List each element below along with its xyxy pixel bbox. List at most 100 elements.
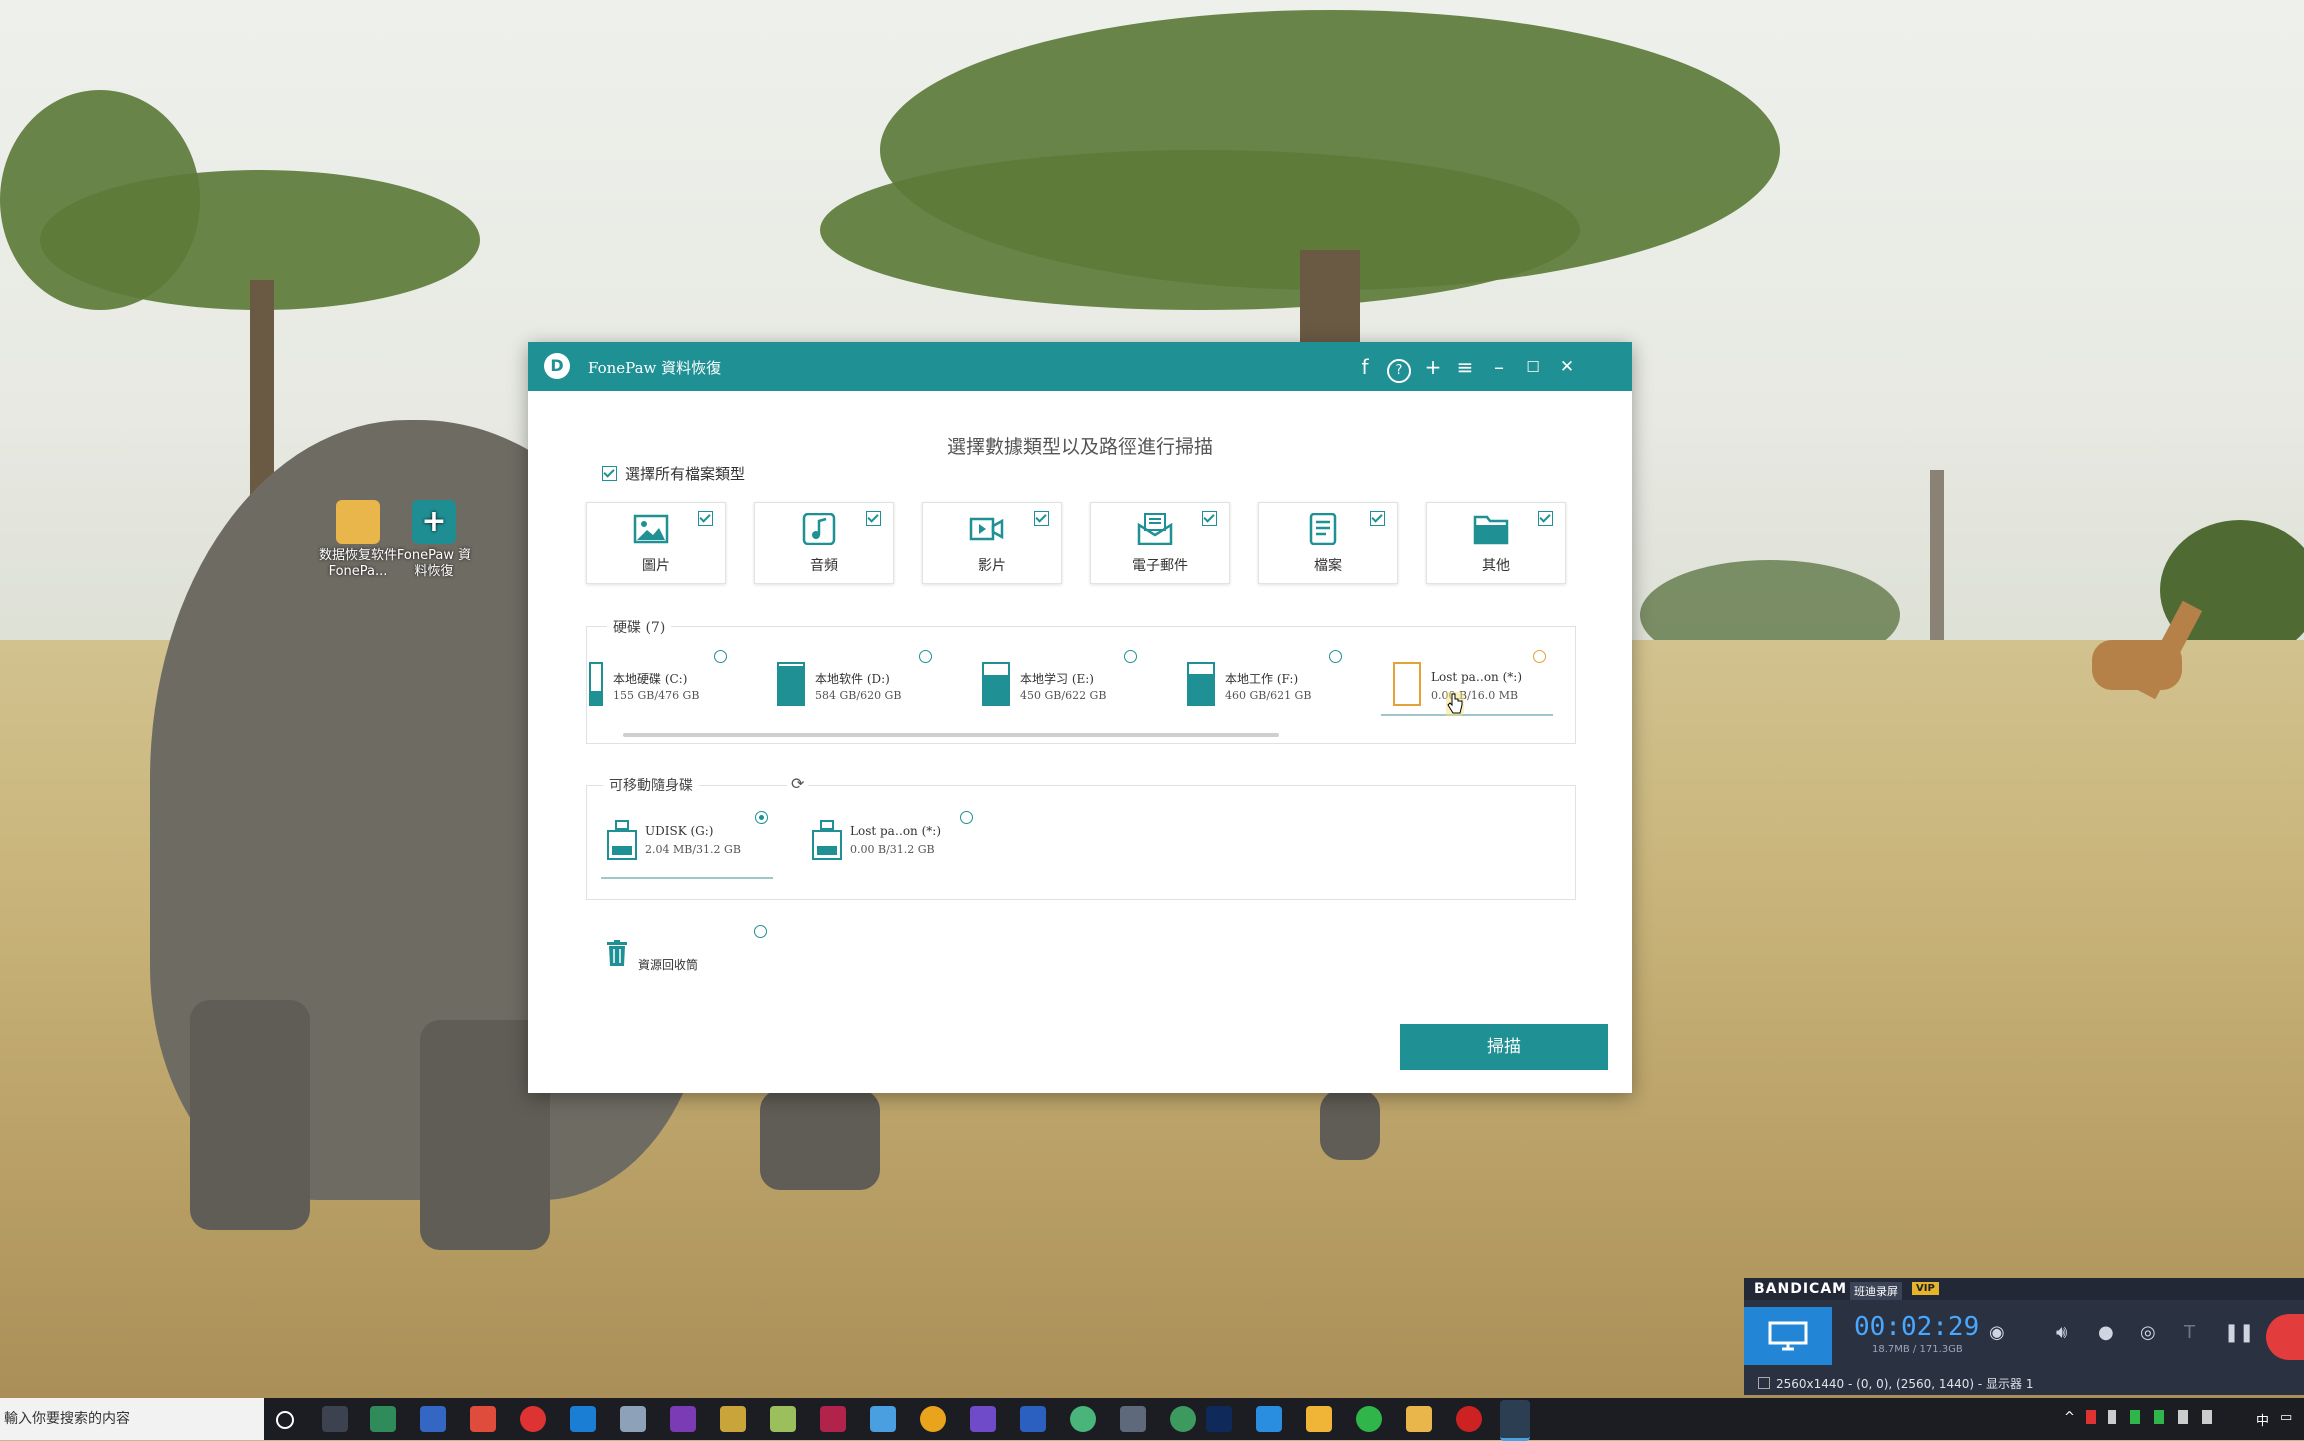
recycle-bin-item[interactable]: 資源回收筒 — [606, 940, 756, 980]
pause-icon[interactable]: ❚❚ — [2224, 1322, 2254, 1343]
menu-icon[interactable]: ≡ — [1450, 352, 1480, 382]
drive-usage-bar — [982, 662, 1010, 706]
drive-name: 本地软件 (D:) — [815, 672, 890, 686]
horizontal-scrollbar[interactable] — [623, 733, 1279, 737]
add-icon[interactable]: + — [1418, 352, 1448, 382]
checkbox-icon[interactable] — [1034, 511, 1049, 526]
taskbar-app-icon[interactable] — [1070, 1406, 1096, 1432]
stop-recording-button[interactable] — [2266, 1314, 2304, 1360]
system-tray-icons[interactable] — [2086, 1410, 2246, 1424]
recording-size: 18.7MB / 171.3GB — [1872, 1344, 1963, 1355]
refresh-icon[interactable]: ⟳ — [787, 774, 809, 793]
file-type-card-others[interactable]: 其他 — [1426, 502, 1566, 584]
drive-size: 0.00 B/16.0 MB — [1431, 689, 1519, 702]
file-type-card-video[interactable]: 影片 — [922, 502, 1062, 584]
checkbox-icon[interactable] — [1202, 511, 1217, 526]
drive-usage-bar — [777, 662, 805, 706]
scan-button[interactable]: 掃描 — [1400, 1024, 1608, 1070]
checkbox-icon[interactable] — [1370, 511, 1385, 526]
cursor-effects-icon[interactable]: ◎ — [2140, 1322, 2156, 1343]
taskbar-app-icon[interactable] — [370, 1406, 396, 1432]
checkbox-icon[interactable] — [698, 511, 713, 526]
title-bar[interactable]: D FonePaw 資料恢復 f ? + ≡ – ☐ ✕ — [528, 342, 1632, 391]
file-type-card-email[interactable]: 電子郵件 — [1090, 502, 1230, 584]
taskbar-app-icon[interactable] — [1170, 1406, 1196, 1432]
drive-e-radio[interactable] — [1124, 650, 1137, 663]
taskbar-app-icon[interactable] — [670, 1406, 696, 1432]
text-overlay-icon[interactable]: T — [2184, 1322, 2195, 1343]
fonepaw-taskbar-icon[interactable] — [1500, 1400, 1530, 1441]
drive-lost-removable-radio[interactable] — [960, 811, 973, 824]
file-type-card-documents[interactable]: 檔案 — [1258, 502, 1398, 584]
checkbox-icon — [602, 466, 617, 481]
desktop-icon-fonepaw[interactable]: + FonePaw 資料恢復 — [394, 500, 474, 580]
task-view-icon[interactable] — [322, 1406, 348, 1432]
taskbar-app-icon[interactable] — [1120, 1406, 1146, 1432]
taskbar-app-icon[interactable] — [720, 1406, 746, 1432]
hard-drive-group: 硬碟 (7) 本地硬碟 (C:) 155 GB/476 GB 本地软件 (D:)… — [586, 617, 1576, 744]
taskbar-app-icon[interactable] — [770, 1406, 796, 1432]
taskbar-app-icon[interactable] — [820, 1406, 846, 1432]
monitor-icon — [1768, 1321, 1808, 1351]
tray-chevron-icon[interactable]: ^ — [2064, 1410, 2075, 1425]
speaker-icon[interactable]: 🔊︎ — [2056, 1322, 2067, 1343]
drive-d[interactable]: 本地软件 (D:) 584 GB/620 GB — [777, 662, 917, 712]
recycle-bin-radio[interactable] — [754, 925, 767, 938]
feedback-icon: ? — [1387, 359, 1411, 383]
checkbox-icon[interactable] — [866, 511, 881, 526]
checkbox-icon[interactable] — [1538, 511, 1553, 526]
minimize-button[interactable]: – — [1484, 352, 1514, 382]
taskbar-app-icon[interactable] — [920, 1406, 946, 1432]
drive-c-radio[interactable] — [714, 650, 727, 663]
taskbar-app-icon[interactable] — [1306, 1406, 1332, 1432]
file-explorer-icon[interactable] — [1406, 1406, 1432, 1432]
photoshop-icon[interactable] — [1206, 1406, 1232, 1432]
taskbar-app-icon[interactable] — [1256, 1406, 1282, 1432]
taskbar-search-input[interactable]: 輸入你要搜索的内容 — [0, 1398, 264, 1440]
drive-udisk[interactable]: UDISK (G:) 2.04 MB/31.2 GB — [607, 816, 747, 866]
bandicam-header[interactable]: BANDICAM 班迪录屏 VIP — [1744, 1278, 2304, 1300]
drive-e[interactable]: 本地学习 (E:) 450 GB/622 GB — [982, 662, 1122, 712]
removable-drive-group: 可移動隨身碟 ⟳ UDISK (G:) 2.04 MB/31.2 GB Lost… — [586, 774, 1576, 900]
taskbar-app-icon[interactable] — [1020, 1406, 1046, 1432]
taskbar-app-icon[interactable] — [970, 1406, 996, 1432]
webcam-icon[interactable]: ◉ — [1989, 1322, 2005, 1343]
feedback-button[interactable]: ? — [1384, 352, 1414, 383]
file-type-card-images[interactable]: 圖片 — [586, 502, 726, 584]
drive-lost-radio[interactable] — [1533, 650, 1546, 663]
taskbar-app-icon[interactable] — [570, 1406, 596, 1432]
drive-d-radio[interactable] — [919, 650, 932, 663]
select-all-checkbox[interactable]: 選擇所有檔案類型 — [602, 463, 745, 484]
bandicam-logo: BANDICAM — [1754, 1281, 1848, 1297]
maximize-button[interactable]: ☐ — [1518, 352, 1548, 382]
desktop-icon-recovery-folder[interactable]: 数据恢复软件 FonePa... — [318, 500, 398, 580]
microphone-icon[interactable]: ● — [2098, 1322, 2114, 1343]
drive-udisk-radio[interactable] — [755, 811, 768, 824]
music-icon — [802, 513, 836, 545]
record-app-icon[interactable] — [520, 1406, 546, 1432]
taskbar-app-icon[interactable] — [470, 1406, 496, 1432]
taskbar-app-icon[interactable] — [420, 1406, 446, 1432]
drive-usage-bar — [1187, 662, 1215, 706]
window-title: FonePaw 資料恢復 — [588, 359, 722, 377]
notification-icon[interactable]: ▭ — [2280, 1410, 2292, 1425]
cortana-icon[interactable] — [276, 1411, 294, 1429]
taskbar-app-icon[interactable] — [620, 1406, 646, 1432]
ime-indicator[interactable]: 中 — [2256, 1410, 2269, 1429]
bandicam-taskbar-icon[interactable] — [1456, 1406, 1482, 1432]
drive-c[interactable]: 本地硬碟 (C:) 155 GB/476 GB — [589, 662, 729, 712]
file-type-card-audio[interactable]: 音頻 — [754, 502, 894, 584]
drive-f[interactable]: 本地工作 (F:) 460 GB/621 GB — [1187, 662, 1327, 712]
checkbox-icon[interactable] — [1758, 1377, 1770, 1389]
screen-mode-button[interactable] — [1744, 1307, 1832, 1365]
drive-lost-removable[interactable]: Lost pa‥on (*:) 0.00 B/31.2 GB — [812, 816, 952, 866]
acacia-canopy — [0, 90, 200, 310]
drive-size: 2.04 MB/31.2 GB — [645, 843, 741, 856]
drive-name: UDISK (G:) — [645, 824, 714, 838]
drive-f-radio[interactable] — [1329, 650, 1342, 663]
wechat-icon[interactable] — [1356, 1406, 1382, 1432]
facebook-icon[interactable]: f — [1350, 352, 1380, 382]
taskbar-app-icon[interactable] — [870, 1406, 896, 1432]
file-type-label: 音頻 — [810, 558, 838, 574]
close-button[interactable]: ✕ — [1552, 352, 1582, 382]
